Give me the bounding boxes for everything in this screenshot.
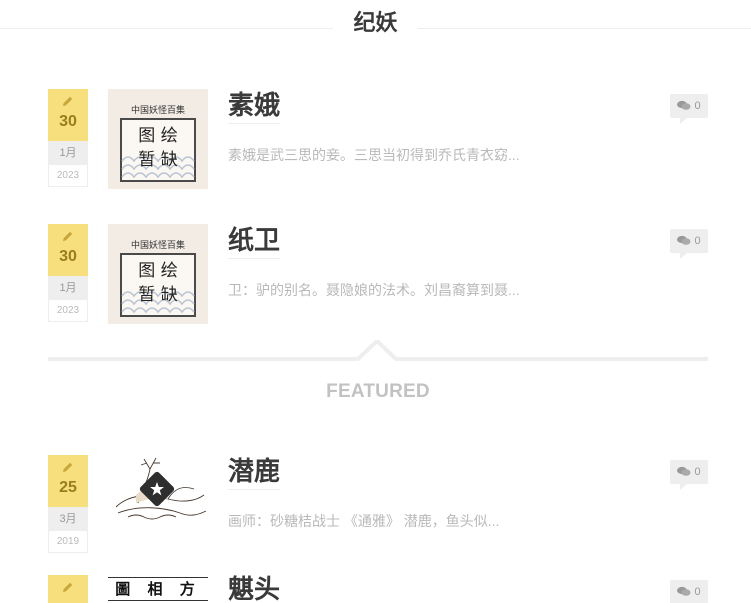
- comment-count: 0: [694, 100, 701, 112]
- featured-label: FEATURED: [326, 381, 430, 402]
- comment-count-button[interactable]: 0: [670, 460, 708, 490]
- post-thumbnail[interactable]: [108, 455, 208, 525]
- thumb-line1: 图 绘: [138, 261, 177, 281]
- post-thumbnail[interactable]: 圖 相 方: [108, 575, 208, 603]
- featured-divider: FEATURED: [48, 340, 708, 410]
- date-year: 2023: [48, 300, 88, 322]
- post-date: 30 1月 2023: [48, 224, 88, 322]
- comments-icon: [677, 586, 691, 596]
- comment-count: 0: [694, 466, 701, 478]
- date-day: 30: [59, 113, 77, 130]
- date-month: 1月: [48, 276, 88, 300]
- star-icon: [138, 470, 176, 508]
- post-title[interactable]: 纸卫: [228, 224, 281, 259]
- post-excerpt: 卫：驴的别名。聂隐娘的法术。刘昌裔算到聂...: [228, 282, 520, 298]
- section-header: 纪妖: [0, 0, 751, 44]
- post-item: 30 1月 2023 中国妖怪百集 图 绘 暂 缺 素娥 素娥是武三思的妾。三思…: [48, 89, 708, 189]
- thumb-caption: 圖 相 方: [108, 577, 208, 601]
- date-month: 3月: [48, 507, 88, 531]
- post-date: 30 1月 2023: [48, 89, 88, 187]
- post-excerpt: 画师：砂糖桔战士 《通雅》 潜鹿，鱼头似...: [228, 513, 500, 529]
- comment-count: 0: [694, 235, 701, 247]
- comments-icon: [677, 235, 691, 245]
- post-thumbnail[interactable]: 中国妖怪百集 图 绘 暂 缺: [108, 89, 208, 189]
- pencil-icon: [48, 575, 88, 597]
- post-item: 30 1月 2023 中国妖怪百集 图 绘 暂 缺 纸卫 卫：驴的别名。聂隐娘的…: [48, 224, 708, 324]
- post-title[interactable]: 魌头: [228, 575, 280, 603]
- date-day: 25: [59, 479, 77, 496]
- post-excerpt: 素娥是武三思的妾。三思当初得到乔氏青衣窈...: [228, 147, 520, 163]
- thumb-line2: 暂 缺: [138, 285, 177, 305]
- pencil-icon: [48, 224, 88, 246]
- pencil-icon: [48, 89, 88, 111]
- post-thumbnail[interactable]: 中国妖怪百集 图 绘 暂 缺: [108, 224, 208, 324]
- post-date: 25 3月 2019: [48, 455, 88, 553]
- comments-icon: [677, 100, 691, 110]
- date-month: 1月: [48, 141, 88, 165]
- date-year: 2023: [48, 165, 88, 187]
- comments-icon: [677, 466, 691, 476]
- date-day: 30: [59, 248, 77, 265]
- comment-count-button[interactable]: 0: [670, 229, 708, 259]
- thumb-header-text: 中国妖怪百集: [131, 104, 185, 116]
- post-item: 25 3月 2019 潜鹿 画师：砂糖桔战士 《通雅》 潜鹿，鱼头似... 0: [48, 455, 708, 555]
- post-title[interactable]: 潜鹿: [228, 455, 281, 490]
- pencil-icon: [48, 455, 88, 477]
- date-year: 2019: [48, 531, 88, 553]
- thumb-header-text: 中国妖怪百集: [131, 239, 185, 251]
- post-item: 圖 相 方 魌头 0: [48, 575, 708, 603]
- featured-line: [48, 340, 708, 361]
- comment-count: 0: [694, 586, 701, 598]
- comment-count-button[interactable]: 0: [670, 580, 708, 603]
- comment-count-button[interactable]: 0: [670, 94, 708, 124]
- thumb-line1: 图 绘: [138, 126, 177, 146]
- section-title: 纪妖: [333, 8, 418, 38]
- thumb-line2: 暂 缺: [138, 150, 177, 170]
- post-title[interactable]: 素娥: [228, 89, 281, 124]
- post-date: [48, 575, 88, 603]
